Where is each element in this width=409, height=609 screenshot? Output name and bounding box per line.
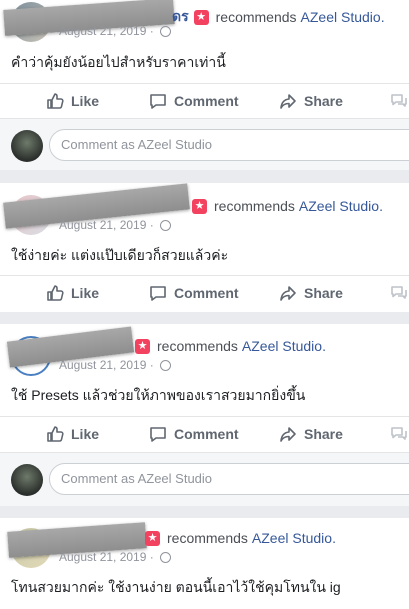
- post-card: ★ recommends AZeel Studio. August 21, 20…: [0, 324, 409, 506]
- post-card: ดร ★ recommends AZeel Studio. August 21,…: [0, 0, 409, 170]
- post-meta: August 21, 2019 ·: [59, 218, 171, 232]
- page-link[interactable]: AZeel Studio.: [242, 338, 326, 354]
- like-icon: [47, 285, 64, 301]
- post-date[interactable]: August 21, 2019 ·: [59, 24, 154, 38]
- recommendation-line: ★ recommends AZeel Studio.: [145, 530, 336, 546]
- globe-icon: [159, 551, 171, 563]
- recommend-badge-icon: ★: [145, 530, 160, 546]
- post-text: โทนสวยมากค่ะ ใช้งานง่าย ตอนนี้เอาไว้ใช้ค…: [11, 579, 341, 595]
- like-button[interactable]: Like: [46, 417, 99, 451]
- post-actions: Like Comment Share: [0, 83, 409, 118]
- messenger-button[interactable]: [389, 84, 409, 118]
- post-actions: Like Comment Share: [0, 275, 409, 310]
- post-date[interactable]: August 21, 2019 ·: [59, 550, 154, 564]
- comment-input[interactable]: Comment as AZeel Studio: [49, 129, 409, 161]
- share-icon: [280, 286, 296, 301]
- share-button[interactable]: Share: [279, 84, 343, 118]
- share-button[interactable]: Share: [279, 417, 343, 451]
- comment-button[interactable]: Comment: [149, 84, 239, 118]
- recommendation-line: ดร ★ recommends AZeel Studio.: [172, 6, 385, 28]
- post-card: ★ recommends AZeel Studio. August 21, 20…: [0, 183, 409, 312]
- comment-composer: Comment as AZeel Studio: [0, 452, 409, 506]
- comment-button[interactable]: Comment: [149, 276, 239, 310]
- current-user-avatar: [11, 130, 43, 162]
- share-icon: [280, 427, 296, 442]
- recommendation-line: ★ recommends AZeel Studio.: [135, 338, 326, 354]
- globe-icon: [159, 359, 171, 371]
- messenger-icon: [391, 286, 407, 299]
- globe-icon: [159, 25, 171, 37]
- post-card: ★ recommends AZeel Studio. August 21, 20…: [0, 518, 409, 609]
- recommend-badge-icon: ★: [135, 338, 150, 354]
- comment-button[interactable]: Comment: [149, 417, 239, 451]
- post-text: คำว่าคุ้มยังน้อยไปสำหรับราคาเท่านี้: [11, 54, 226, 70]
- post-text: ใช้ Presets แล้วช่วยให้ภาพของเราสวยมากยิ…: [11, 387, 306, 403]
- post-date[interactable]: August 21, 2019 ·: [59, 358, 154, 372]
- page-link[interactable]: AZeel Studio.: [299, 198, 383, 214]
- post-date[interactable]: August 21, 2019 ·: [59, 218, 154, 232]
- comment-composer: Comment as AZeel Studio: [0, 118, 409, 170]
- recommend-badge-icon: ★: [193, 9, 209, 25]
- globe-icon: [159, 219, 171, 231]
- like-button[interactable]: Like: [46, 84, 99, 118]
- like-icon: [47, 426, 64, 442]
- current-user-avatar: [11, 464, 43, 496]
- post-meta: August 21, 2019 ·: [59, 550, 171, 564]
- page-link[interactable]: AZeel Studio.: [252, 530, 336, 546]
- share-button[interactable]: Share: [279, 276, 343, 310]
- post-text: ใช้ง่ายค่ะ แต่งแป๊บเดียวก็สวยแล้วค่ะ: [11, 247, 229, 263]
- page-link[interactable]: AZeel Studio.: [301, 9, 385, 25]
- comment-icon: [150, 427, 166, 442]
- post-actions: Like Comment Share: [0, 416, 409, 451]
- share-icon: [280, 94, 296, 109]
- recommendation-line: ★ recommends AZeel Studio.: [192, 198, 383, 214]
- comment-input[interactable]: Comment as AZeel Studio: [49, 463, 409, 495]
- author-name-fragment[interactable]: ดร: [172, 6, 189, 28]
- like-button[interactable]: Like: [46, 276, 99, 310]
- post-meta: August 21, 2019 ·: [59, 24, 171, 38]
- post-meta: August 21, 2019 ·: [59, 358, 171, 372]
- comment-icon: [150, 94, 166, 109]
- like-icon: [47, 93, 64, 109]
- messenger-button[interactable]: [389, 417, 409, 451]
- messenger-icon: [391, 94, 407, 107]
- messenger-button[interactable]: [389, 276, 409, 310]
- comment-icon: [150, 286, 166, 301]
- messenger-icon: [391, 427, 407, 440]
- recommend-badge-icon: ★: [192, 198, 207, 214]
